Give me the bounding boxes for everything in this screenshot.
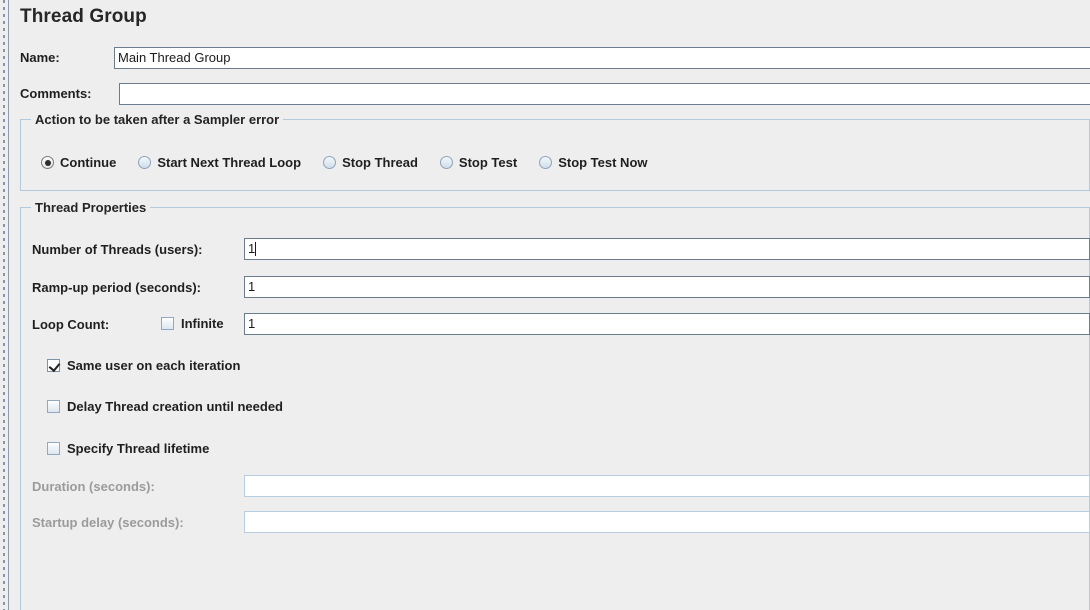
name-input[interactable]: Main Thread Group (114, 47, 1090, 69)
checkbox-unchecked-icon (47, 400, 60, 413)
number-of-threads-label: Number of Threads (users): (32, 242, 203, 257)
sampler-error-groupbox-title: Action to be taken after a Sampler error (31, 112, 284, 127)
same-user-each-iteration-label: Same user on each iteration (67, 358, 241, 373)
sampler-error-radio-group: Continue Start Next Thread Loop Stop Thr… (41, 155, 670, 170)
checkbox-unchecked-icon (161, 317, 174, 330)
same-user-each-iteration-checkbox[interactable]: Same user on each iteration (47, 358, 240, 373)
text-caret (255, 242, 257, 256)
comments-label: Comments: (20, 86, 92, 101)
infinite-checkbox[interactable]: Infinite (161, 316, 224, 331)
duration-input[interactable] (244, 475, 1090, 497)
radio-stop-test-now-label: Stop Test Now (558, 155, 648, 170)
radio-stop-test-label: Stop Test (458, 155, 518, 170)
comments-input[interactable] (119, 83, 1090, 105)
radio-unselected-icon (138, 156, 152, 169)
checkbox-unchecked-icon (47, 442, 60, 455)
name-input-value: Main Thread Group (118, 50, 231, 65)
specify-thread-lifetime-checkbox[interactable]: Specify Thread lifetime (47, 441, 209, 456)
radio-stop-thread[interactable]: Stop Thread (323, 155, 418, 170)
duration-label: Duration (seconds): (32, 479, 155, 494)
startup-delay-label: Startup delay (seconds): (32, 515, 184, 530)
checkbox-checked-icon (47, 359, 60, 372)
radio-start-next-thread-loop-label: Start Next Thread Loop (157, 155, 302, 170)
ramp-up-period-input[interactable]: 1 (244, 276, 1090, 298)
number-of-threads-input[interactable]: 1 (244, 238, 1090, 260)
thread-group-panel-root: Thread Group Name: Main Thread Group Com… (0, 0, 1090, 610)
loop-count-value: 1 (248, 316, 256, 331)
specify-thread-lifetime-label: Specify Thread lifetime (67, 441, 210, 456)
delay-thread-creation-label: Delay Thread creation until needed (67, 399, 283, 414)
page-title: Thread Group (20, 6, 147, 27)
delay-thread-creation-checkbox[interactable]: Delay Thread creation until needed (47, 399, 283, 414)
radio-stop-test-now[interactable]: Stop Test Now (539, 155, 648, 170)
sampler-error-groupbox: Action to be taken after a Sampler error… (20, 112, 1090, 191)
ramp-up-period-value: 1 (248, 279, 256, 294)
radio-continue-label: Continue (60, 155, 117, 170)
thread-group-config-panel: Thread Group Name: Main Thread Group Com… (9, 0, 1090, 610)
radio-unselected-icon (539, 156, 553, 169)
radio-stop-test[interactable]: Stop Test (439, 155, 518, 170)
radio-start-next-thread-loop[interactable]: Start Next Thread Loop (138, 155, 301, 170)
infinite-checkbox-label: Infinite (181, 316, 224, 331)
split-pane-drag-handle[interactable] (0, 0, 8, 610)
startup-delay-input[interactable] (244, 511, 1090, 533)
radio-stop-thread-label: Stop Thread (342, 155, 418, 170)
name-label: Name: (20, 50, 60, 65)
radio-continue[interactable]: Continue (41, 155, 116, 170)
radio-unselected-icon (439, 156, 453, 169)
number-of-threads-value: 1 (248, 241, 256, 256)
radio-selected-icon (41, 156, 54, 169)
loop-count-input[interactable]: 1 (244, 313, 1090, 335)
radio-unselected-icon (323, 156, 337, 169)
ramp-up-period-label: Ramp-up period (seconds): (32, 280, 202, 295)
loop-count-label: Loop Count: (32, 317, 110, 332)
drag-handle-dots-icon (3, 0, 5, 610)
thread-properties-groupbox-title: Thread Properties (31, 200, 151, 215)
